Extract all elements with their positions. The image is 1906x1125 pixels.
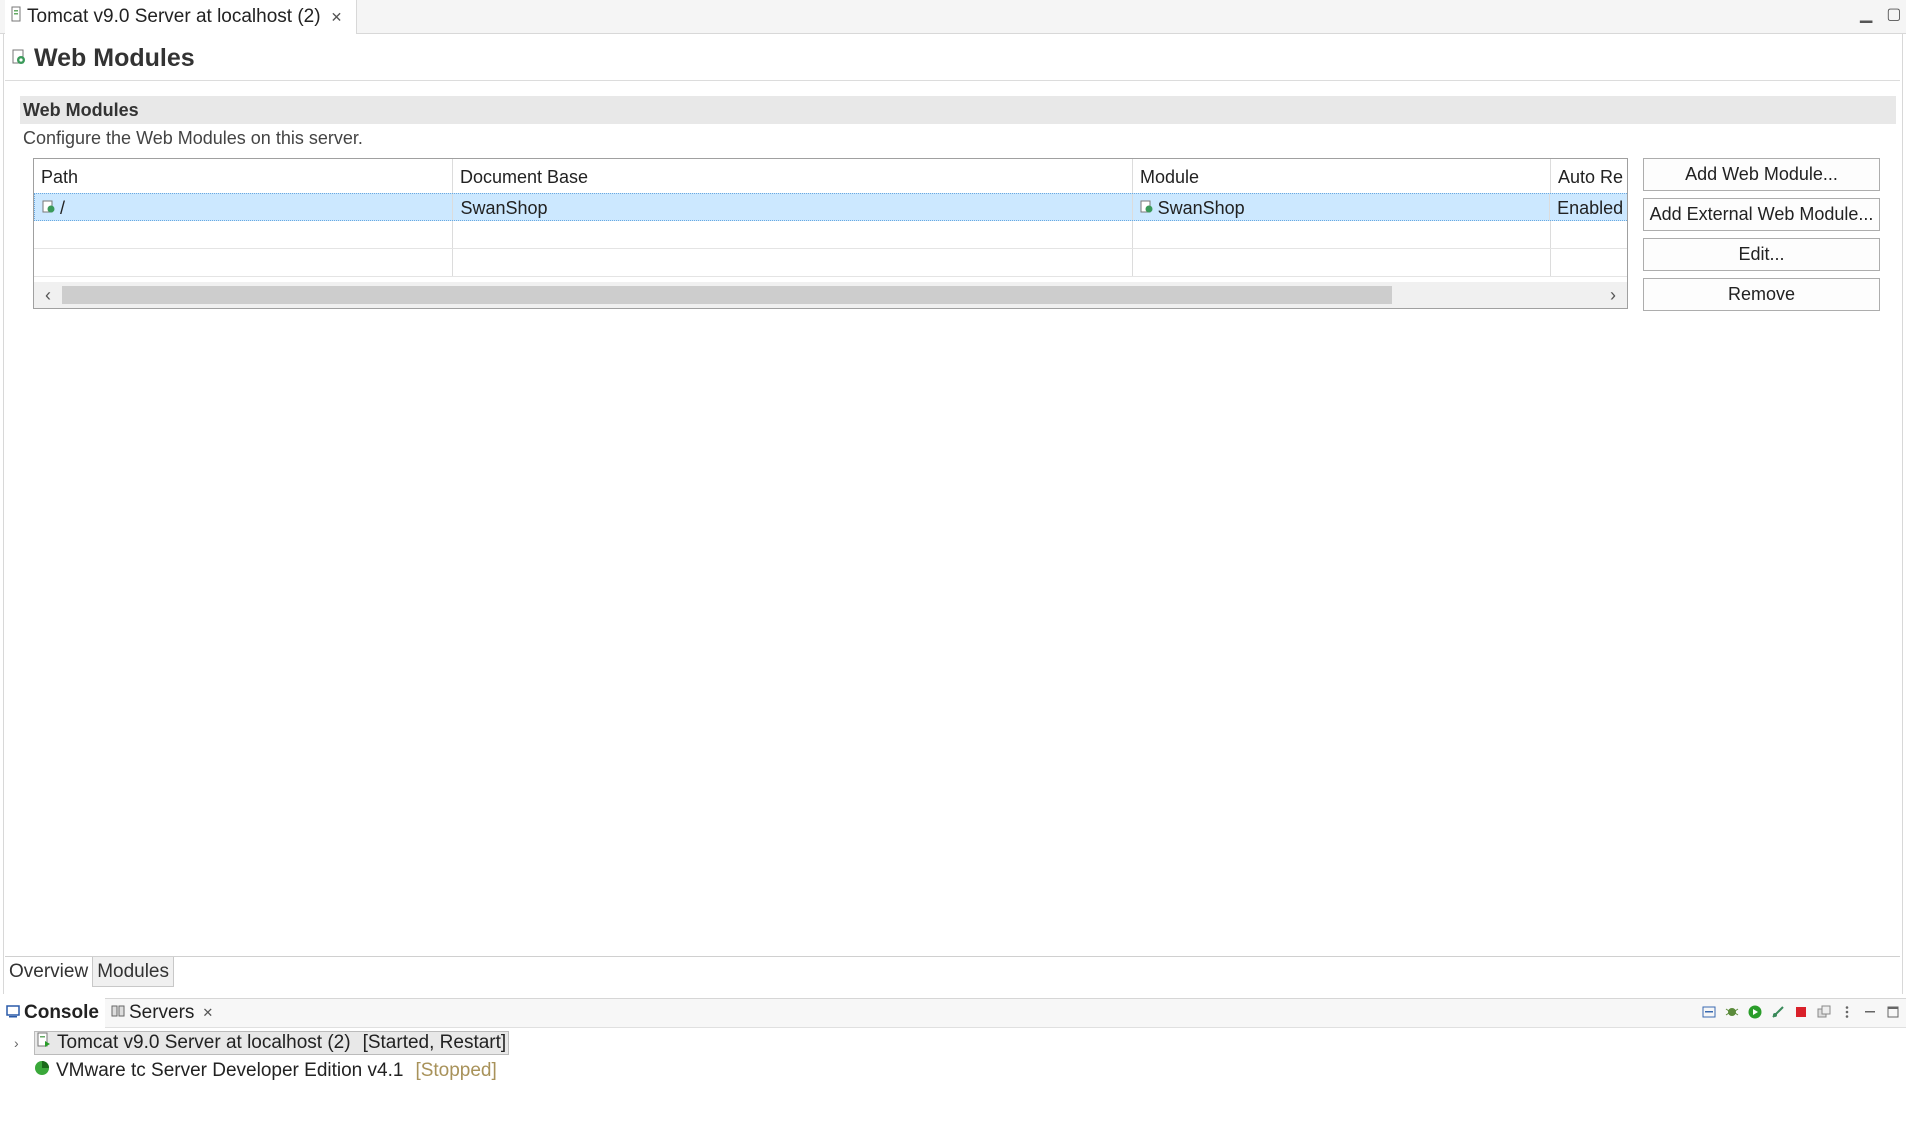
table-row-empty [34, 221, 1627, 249]
tab-modules[interactable]: Modules [92, 957, 175, 987]
server-item-vmware[interactable]: VMware tc Server Developer Edition v4.1 … [14, 1058, 497, 1084]
column-header-auto-reload[interactable]: Auto Re [1551, 159, 1627, 193]
tab-console[interactable]: Console [0, 998, 105, 1028]
empty-cell [34, 221, 453, 248]
minimize-icon[interactable] [1863, 1005, 1877, 1019]
chevron-right-icon[interactable]: › [14, 1035, 28, 1051]
add-web-module-button[interactable]: Add Web Module... [1643, 158, 1880, 191]
maximize-icon[interactable]: ▢ [1886, 4, 1901, 24]
server-status: [Stopped] [415, 1060, 497, 1081]
vmware-server-icon [34, 1060, 50, 1082]
view-menu-icon[interactable] [1840, 1005, 1854, 1019]
editor-tab-bar: Tomcat v9.0 Server at localhost (2) ✕ ▁ … [0, 0, 1906, 34]
scrollbar-thumb[interactable] [62, 286, 1392, 304]
maximize-icon[interactable] [1886, 1005, 1900, 1019]
web-module-icon [12, 47, 26, 70]
scroll-right-icon[interactable]: › [1603, 284, 1623, 306]
cell-path: / [35, 194, 454, 220]
start-icon[interactable] [1748, 1005, 1762, 1019]
section-description: Configure the Web Modules on this server… [23, 128, 363, 148]
scroll-left-icon[interactable]: ‹ [38, 284, 58, 306]
path-value: / [60, 198, 66, 218]
add-external-web-module-button[interactable]: Add External Web Module... [1643, 198, 1880, 231]
table-row-empty [34, 249, 1627, 277]
console-icon [6, 1002, 20, 1024]
empty-cell [1551, 221, 1627, 248]
server-item-tomcat[interactable]: › Tomcat v9.0 Server at localhost (2) [S… [14, 1030, 510, 1056]
editor-page-tabs: Overview Modules [5, 956, 1900, 987]
page-header: Web Modules [12, 44, 195, 73]
column-header-module[interactable]: Module [1133, 159, 1551, 193]
stop-icon[interactable] [1794, 1005, 1808, 1019]
empty-cell [453, 249, 1133, 276]
server-name: VMware tc Server Developer Edition v4.1 [56, 1060, 404, 1081]
profile-icon[interactable] [1771, 1005, 1785, 1019]
page-title: Web Modules [34, 44, 195, 72]
tab-servers-label: Servers [128, 1002, 195, 1023]
tab-overview[interactable]: Overview [5, 957, 92, 987]
close-icon[interactable]: ✕ [331, 9, 343, 26]
module-value: SwanShop [1157, 198, 1245, 218]
empty-cell [34, 249, 453, 276]
server-status: [Started, Restart] [362, 1032, 507, 1053]
horizontal-scrollbar[interactable]: ‹ › [34, 282, 1627, 308]
column-header-path[interactable]: Path [34, 159, 453, 193]
close-icon[interactable]: ✕ [202, 1005, 213, 1021]
cell-auto-reload: Enabled [1557, 198, 1624, 218]
project-icon [1140, 198, 1154, 219]
empty-cell [1133, 249, 1551, 276]
web-module-icon [42, 198, 56, 219]
editor-window-controls: ▁ ▢ [1860, 4, 1901, 24]
editor-tab-server[interactable]: Tomcat v9.0 Server at localhost (2) ✕ [5, 0, 358, 34]
cell-document-base: SwanShop [453, 194, 1133, 220]
minimize-icon[interactable]: ▁ [1860, 4, 1872, 24]
cell-module: SwanShop [1133, 194, 1551, 220]
column-header-document-base[interactable]: Document Base [453, 159, 1133, 193]
empty-cell [1551, 249, 1627, 276]
servers-icon [111, 1002, 125, 1024]
section-header[interactable]: Web Modules [20, 96, 1896, 124]
table-header: Path Document Base Module Auto Re [34, 159, 1627, 193]
servers-toolbar [1702, 1000, 1900, 1024]
edit-button[interactable]: Edit... [1643, 238, 1880, 271]
debug-icon[interactable] [1725, 1005, 1739, 1019]
server-name: Tomcat v9.0 Server at localhost (2) [57, 1032, 351, 1053]
collapse-all-icon[interactable] [1702, 1005, 1716, 1019]
tomcat-server-icon [37, 1032, 51, 1054]
remove-button[interactable]: Remove [1643, 278, 1880, 311]
empty-cell [1133, 221, 1551, 248]
editor-tab-label: Tomcat v9.0 Server at localhost (2) [27, 6, 321, 27]
server-file-icon [11, 6, 21, 28]
empty-cell [453, 221, 1133, 248]
tab-console-label: Console [24, 1002, 99, 1023]
title-divider [5, 80, 1900, 81]
tab-servers[interactable]: Servers ✕ [105, 998, 219, 1028]
view-tab-bar: Console Servers ✕ [0, 998, 1906, 1028]
publish-icon[interactable] [1817, 1005, 1831, 1019]
server-item-label-box: Tomcat v9.0 Server at localhost (2) [Sta… [34, 1031, 510, 1055]
web-modules-table[interactable]: Path Document Base Module Auto Re / Swan… [33, 158, 1628, 309]
table-row[interactable]: / SwanShop SwanShop Enabled [34, 193, 1627, 221]
